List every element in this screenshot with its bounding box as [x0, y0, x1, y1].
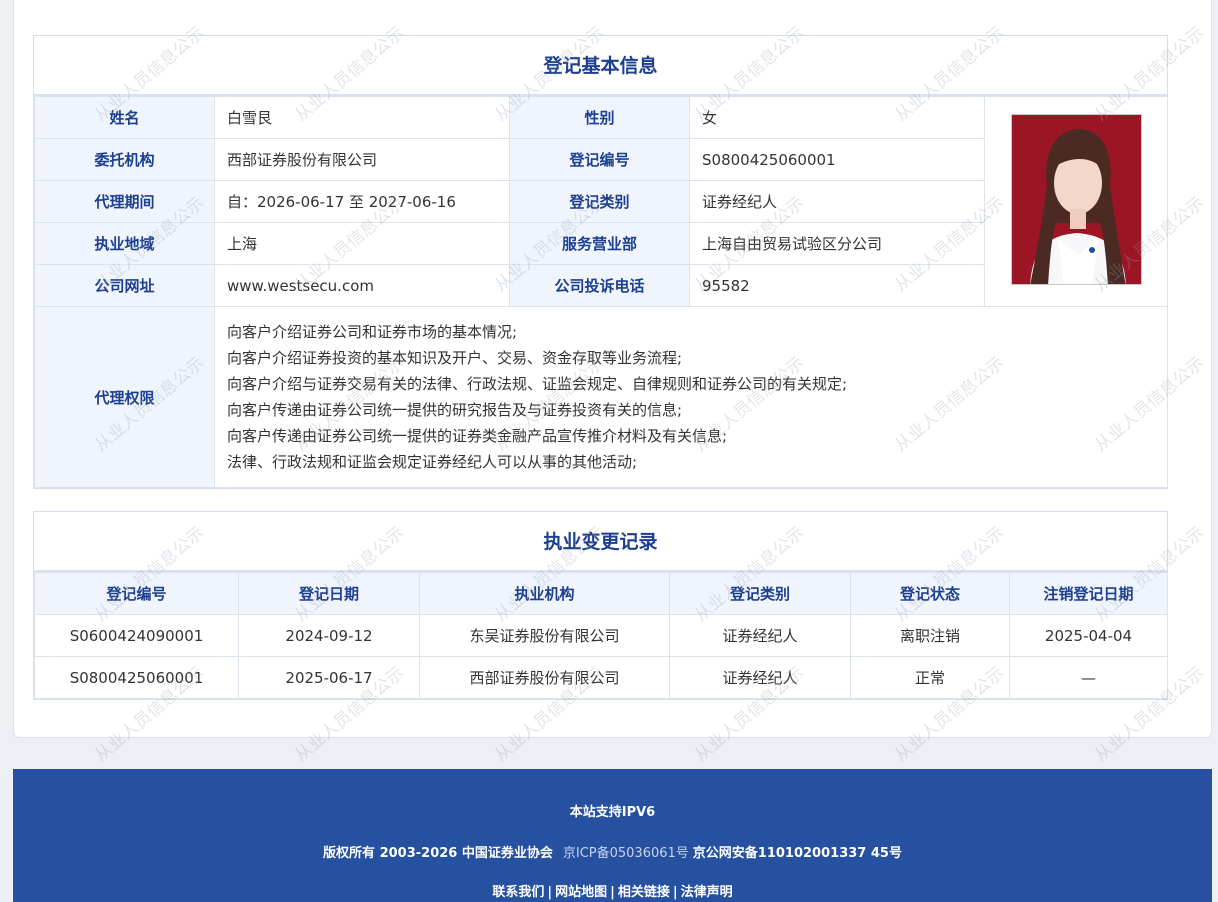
table-row: S0600424090001 2024-09-12 东吴证券股份有限公司 证券经…	[34, 614, 1168, 657]
link-divider: |	[547, 885, 553, 900]
contact-link[interactable]: 联系我们	[492, 885, 544, 900]
table-cell: 证券经纪人	[669, 614, 851, 657]
table-cell: 2025-06-17	[238, 656, 420, 699]
gender-value: 女	[689, 96, 985, 139]
site-footer: 本站支持IPV6 版权所有 2003-2026 中国证券业协会 京ICP备0503…	[13, 769, 1212, 902]
info-row: 姓名 白雪艮 性别 女	[34, 96, 1168, 307]
region-label: 执业地域	[34, 222, 215, 265]
table-cell: 正常	[850, 656, 1010, 699]
table-cell: 西部证券股份有限公司	[419, 656, 670, 699]
col-header: 登记日期	[238, 572, 420, 615]
table-cell: 证券经纪人	[669, 656, 851, 699]
website-label: 公司网址	[34, 264, 215, 307]
col-header: 执业机构	[419, 572, 670, 615]
table-cell: —	[1009, 656, 1168, 699]
footer-links: 联系我们 | 网站地图 | 相关链接 | 法律声明	[13, 881, 1212, 900]
website-value: www.westsecu.com	[214, 264, 510, 307]
reg-type-label: 登记类别	[509, 180, 690, 223]
basic-info-title: 登记基本信息	[34, 36, 1167, 96]
name-value: 白雪艮	[214, 96, 510, 139]
authority-label: 代理权限	[34, 306, 215, 488]
sitemap-link[interactable]: 网站地图	[555, 885, 607, 900]
authority-list: 向客户介绍证券公司和证券市场的基本情况; 向客户介绍证券投资的基本知识及开户、交…	[214, 306, 1168, 488]
complaint-phone-label: 公司投诉电话	[509, 264, 690, 307]
branch-value: 上海自由贸易试验区分公司	[689, 222, 985, 265]
icp-link[interactable]: 京ICP备05036061号	[563, 846, 689, 861]
copyright-text: 版权所有 2003-2026 中国证券业协会	[323, 846, 553, 861]
reg-no-value: S0800425060001	[689, 138, 985, 181]
police-record[interactable]: 京公网安备110102001337 45号	[693, 846, 902, 861]
table-cell: 东吴证券股份有限公司	[419, 614, 670, 657]
legal-link[interactable]: 法律声明	[681, 885, 733, 900]
table-cell: S0800425060001	[34, 656, 239, 699]
table-row: S0800425060001 2025-06-17 西部证券股份有限公司 证券经…	[34, 656, 1168, 699]
history-section: 执业变更记录 登记编号 登记日期 执业机构 登记类别 登记状态 注销登记日期 S…	[33, 511, 1168, 700]
period-value: 自：2026-06-17 至 2027-06-16	[214, 180, 510, 223]
reg-type-value: 证券经纪人	[689, 180, 985, 223]
history-title: 执业变更记录	[34, 512, 1167, 572]
photo-cell	[984, 96, 1168, 307]
gender-label: 性别	[509, 96, 690, 139]
period-label: 代理期间	[34, 180, 215, 223]
authority-item: 向客户传递由证券公司统一提供的证券类金融产品宣传推介材料及有关信息;	[227, 427, 728, 445]
link-divider: |	[672, 885, 678, 900]
branch-label: 服务营业部	[509, 222, 690, 265]
authority-item: 向客户介绍证券投资的基本知识及开户、交易、资金存取等业务流程;	[227, 349, 683, 367]
authority-item: 向客户介绍证券公司和证券市场的基本情况;	[227, 323, 518, 341]
name-label: 姓名	[34, 96, 215, 139]
reg-no-label: 登记编号	[509, 138, 690, 181]
col-header: 登记状态	[850, 572, 1010, 615]
authority-item: 向客户介绍与证券交易有关的法律、行政法规、证监会规定、自律规则和证券公司的有关规…	[227, 375, 848, 393]
table-cell: 2024-09-12	[238, 614, 420, 657]
col-header: 注销登记日期	[1009, 572, 1168, 615]
complaint-phone-value: 95582	[689, 264, 985, 307]
history-header-row: 登记编号 登记日期 执业机构 登记类别 登记状态 注销登记日期	[34, 572, 1168, 615]
link-divider: |	[610, 885, 615, 900]
copyright-line: 版权所有 2003-2026 中国证券业协会 京ICP备05036061号 京公网安…	[13, 842, 1212, 861]
authority-item: 法律、行政法规和证监会规定证券经纪人可以从事的其他活动;	[227, 453, 638, 471]
region-value: 上海	[214, 222, 510, 265]
portrait-photo	[1010, 114, 1142, 285]
basic-info-section: 登记基本信息 姓名 白雪艮 性别 女 委托机构 西部证券股份有限公司 登记编号 …	[33, 35, 1168, 489]
agency-value: 西部证券股份有限公司	[214, 138, 510, 181]
authority-item: 向客户传递由证券公司统一提供的研究报告及与证券投资有关的信息;	[227, 401, 683, 419]
col-header: 登记编号	[34, 572, 239, 615]
related-links-link[interactable]: 相关链接	[618, 885, 670, 900]
ipv6-notice: 本站支持IPV6	[569, 805, 656, 820]
col-header: 登记类别	[669, 572, 851, 615]
authority-row: 代理权限 向客户介绍证券公司和证券市场的基本情况; 向客户介绍证券投资的基本知识…	[34, 306, 1168, 488]
agency-label: 委托机构	[34, 138, 215, 181]
table-cell: 2025-04-04	[1009, 614, 1168, 657]
basic-info-table: 姓名 白雪艮 性别 女 委托机构 西部证券股份有限公司 登记编号 S080042…	[34, 96, 1168, 488]
history-table: 登记编号 登记日期 执业机构 登记类别 登记状态 注销登记日期 S0600424…	[34, 572, 1168, 699]
table-cell: 离职注销	[850, 614, 1010, 657]
table-cell: S0600424090001	[34, 614, 239, 657]
